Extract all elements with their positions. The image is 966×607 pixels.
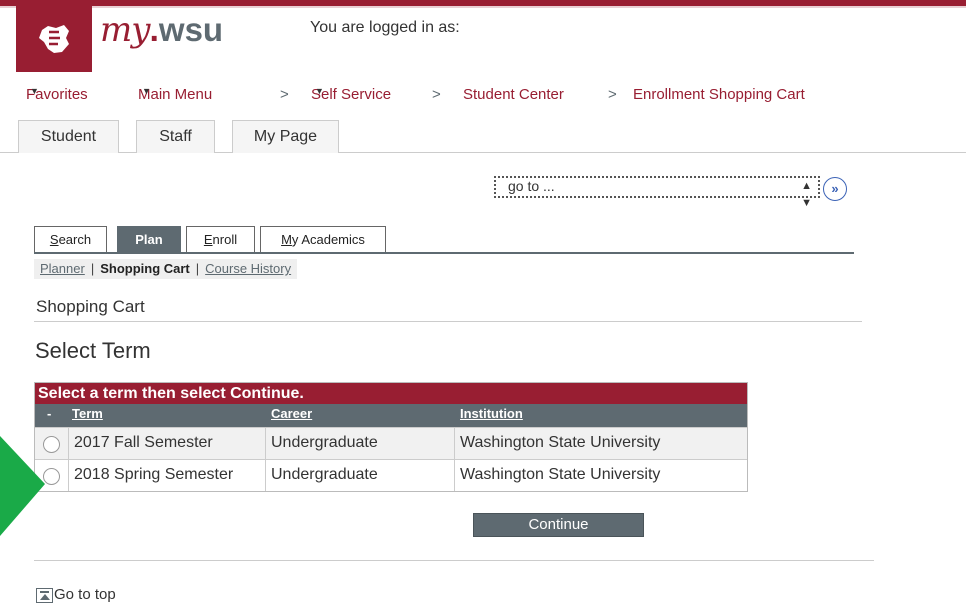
- chevron-down-icon: ▼: [142, 86, 151, 96]
- wsu-cougar-logo[interactable]: [16, 6, 92, 72]
- divider: [34, 560, 874, 561]
- tab-plan[interactable]: Plan: [117, 226, 181, 254]
- tab-search[interactable]: Search: [34, 226, 107, 253]
- cougar-head-icon: [39, 25, 69, 53]
- col-term[interactable]: Term: [72, 406, 103, 421]
- top-accent-shadow: [0, 6, 966, 8]
- goto-select-value: go to ...: [508, 178, 555, 194]
- grid-column-headers: - Term Career Institution: [35, 404, 747, 427]
- subnav-divider: |: [90, 261, 95, 276]
- brand-wsu: wsu: [158, 11, 224, 48]
- select-term-grid: Select a term then select Continue. - Te…: [34, 382, 748, 492]
- go-to-top-label: Go to top: [54, 586, 116, 603]
- tab-my-academics-label: y Academics: [291, 232, 365, 247]
- logged-in-label: You are logged in as:: [310, 19, 460, 36]
- col-career[interactable]: Career: [271, 406, 312, 421]
- portal-tab-bar: Student Staff My Page: [0, 120, 966, 153]
- term-radio[interactable]: [43, 468, 60, 485]
- breadcrumb-separator: >: [280, 86, 289, 103]
- breadcrumb-separator: >: [608, 86, 617, 103]
- continue-button[interactable]: Continue: [473, 513, 644, 537]
- section-title: Select Term: [35, 338, 151, 363]
- tab-staff[interactable]: Staff: [136, 120, 215, 153]
- institution-cell: Washington State University: [454, 460, 747, 491]
- chevron-down-icon: ▼: [30, 86, 39, 96]
- divider: [34, 321, 862, 322]
- goto-select[interactable]: go to ... ▲ ▼: [494, 176, 820, 209]
- col-select: -: [47, 406, 52, 421]
- goto-button[interactable]: »: [823, 177, 847, 201]
- mywsu-wordmark[interactable]: my. wsu: [100, 10, 223, 60]
- enrollment-cart-link[interactable]: Enrollment Shopping Cart: [633, 86, 805, 103]
- tab-underline: [34, 252, 854, 254]
- career-cell: Undergraduate: [265, 428, 454, 459]
- student-center-link[interactable]: Student Center: [463, 86, 564, 103]
- term-cell: 2018 Spring Semester: [68, 460, 265, 491]
- tab-search-label: earch: [58, 232, 92, 247]
- subnav-shopping-cart: Shopping Cart: [100, 261, 190, 276]
- page-title: Shopping Cart: [36, 297, 145, 316]
- tab-enroll[interactable]: Enroll: [186, 226, 255, 253]
- green-arrow-icon: [0, 436, 45, 536]
- institution-cell: Washington State University: [454, 428, 747, 459]
- table-row: 2018 Spring Semester Undergraduate Washi…: [35, 459, 747, 491]
- tab-my-academics-accesskey: M: [281, 232, 292, 247]
- plan-subnav: Planner | Shopping Cart | Course History: [34, 259, 298, 279]
- subnav-planner-link[interactable]: Planner: [40, 261, 85, 276]
- tab-search-accesskey: S: [49, 232, 59, 247]
- chevron-down-icon: ▼: [315, 86, 324, 96]
- subnav-divider: |: [195, 261, 200, 276]
- term-radio[interactable]: [43, 436, 60, 453]
- brand-my: my: [100, 10, 150, 50]
- tab-enroll-label: nroll: [212, 232, 238, 247]
- grid-header: Select a term then select Continue.: [35, 383, 747, 404]
- table-row: 2017 Fall Semester Undergraduate Washing…: [35, 427, 747, 459]
- go-to-top-link[interactable]: Go to top: [36, 586, 116, 603]
- col-institution[interactable]: Institution: [460, 406, 523, 421]
- term-cell: 2017 Fall Semester: [68, 428, 265, 459]
- subnav-course-history-link[interactable]: Course History: [205, 261, 291, 276]
- breadcrumb-separator: >: [432, 86, 441, 103]
- select-updown-icon: ▲ ▼: [801, 180, 812, 209]
- brand-dot: .: [149, 11, 159, 49]
- tab-my-page[interactable]: My Page: [232, 120, 339, 153]
- tab-enroll-accesskey: E: [203, 232, 213, 247]
- tab-my-academics[interactable]: My Academics: [260, 226, 386, 253]
- career-cell: Undergraduate: [265, 460, 454, 491]
- tab-student[interactable]: Student: [18, 120, 119, 153]
- go-to-top-icon: [36, 588, 53, 603]
